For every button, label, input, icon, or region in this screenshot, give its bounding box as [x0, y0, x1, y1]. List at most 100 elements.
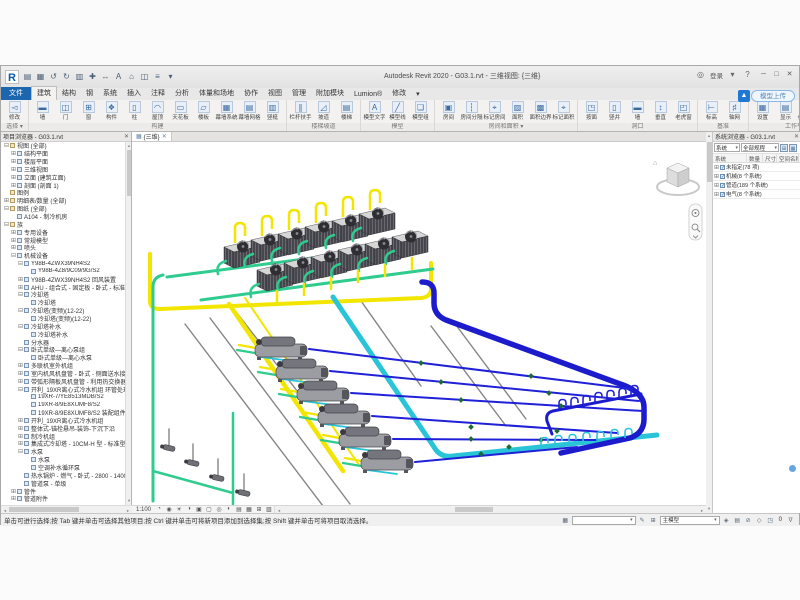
- tree-item[interactable]: ⊞AHU - 组合式 - 固定板 - 卧式 - 标准 - 2000 - 1000…: [1, 283, 126, 291]
- scale-button[interactable]: 1:100: [132, 507, 154, 513]
- tab-钢[interactable]: 钢: [81, 87, 98, 100]
- ribbon-button[interactable]: ┆房间分隔: [460, 101, 483, 121]
- ribbon-button[interactable]: ▱楼板: [192, 101, 215, 121]
- select-pinned-icon[interactable]: ◇: [755, 517, 764, 524]
- expander-icon[interactable]: ⊞: [3, 197, 10, 204]
- ribbon-button[interactable]: ◅修改: [3, 101, 26, 121]
- tab-注释[interactable]: 注释: [146, 87, 170, 100]
- tab-附加模块[interactable]: 附加模块: [311, 87, 349, 100]
- ribbon-panel-label[interactable]: 工作平面: [749, 123, 799, 131]
- project-browser-vertical-scrollbar[interactable]: ▴ ▾: [125, 142, 131, 505]
- ribbon-button[interactable]: ▥竖梃: [261, 101, 284, 121]
- ribbon-button[interactable]: ▤幕墙网格: [238, 101, 261, 121]
- revit-logo-icon[interactable]: R: [5, 70, 19, 84]
- aligned-dimension-icon[interactable]: ↔: [100, 71, 111, 83]
- tree-item[interactable]: ⊞专用设备: [1, 228, 126, 236]
- tab-建筑[interactable]: 建筑: [31, 86, 57, 100]
- ribbon-panel-label[interactable]: 构建: [29, 123, 286, 131]
- ribbon-button[interactable]: ▤楼梯: [335, 101, 358, 121]
- ribbon-panel-label[interactable]: 楼梯坡道: [287, 123, 360, 131]
- ribbon-button[interactable]: ▯竖井: [603, 101, 626, 121]
- expander-icon[interactable]: ⊞: [713, 191, 720, 198]
- ribbon-button[interactable]: ❏模型组: [409, 101, 432, 121]
- tree-item[interactable]: 冷却塔补水: [1, 330, 126, 338]
- ribbon-button[interactable]: ↕垂直: [649, 101, 672, 121]
- tab-管理[interactable]: 管理: [287, 87, 311, 100]
- expander-icon[interactable]: ⊟: [17, 386, 24, 393]
- expander-icon[interactable]: ⊞: [10, 166, 17, 173]
- expander-icon[interactable]: ⊞: [17, 425, 24, 432]
- tab-Lumion®[interactable]: Lumion®: [349, 90, 387, 100]
- analytical-model-icon[interactable]: ▦: [244, 506, 254, 513]
- close-view-icon[interactable]: ✕: [162, 133, 167, 140]
- temporary-view-properties-icon[interactable]: ▤: [234, 506, 244, 513]
- column-header[interactable]: 空间名称: [777, 154, 799, 162]
- system-row[interactable]: ⊞✓电气(8 个系统): [713, 190, 800, 199]
- ribbon-button[interactable]: ⌖标记房间: [483, 101, 506, 121]
- shadows-icon[interactable]: ◑: [184, 506, 194, 513]
- system-browser-header[interactable]: 系统浏览器 - G03.1.rvt ✕: [713, 132, 800, 142]
- expander-icon[interactable]: ⊞: [10, 244, 17, 251]
- ribbon-button[interactable]: ▬墙: [31, 101, 54, 121]
- search-icon[interactable]: ◎: [695, 69, 706, 81]
- expander-icon[interactable]: ⊟: [17, 291, 24, 298]
- column-header[interactable]: 尺寸: [763, 154, 777, 162]
- visibility-checkbox[interactable]: ✓: [720, 183, 725, 188]
- tab-file[interactable]: 文件: [1, 87, 31, 100]
- exclude-options-icon[interactable]: ◈: [722, 517, 731, 524]
- expander-icon[interactable]: ⊟: [17, 346, 24, 353]
- default-3d-view-icon[interactable]: ⌂: [126, 71, 137, 83]
- tree-item[interactable]: ⊟族: [1, 220, 126, 228]
- tab-视图[interactable]: 视图: [263, 87, 287, 100]
- autofit-columns-icon[interactable]: ⊞: [780, 144, 788, 152]
- tree-item[interactable]: ⊟视图 (全部): [1, 142, 126, 150]
- system-row[interactable]: ⊞✓机械(8 个系统): [713, 172, 800, 181]
- tree-item[interactable]: 管道泵 - 单级: [1, 479, 126, 487]
- expander-icon[interactable]: ⊞: [10, 495, 17, 502]
- expander-icon[interactable]: ⊟: [17, 260, 24, 267]
- ribbon-button[interactable]: ▬墙: [626, 101, 649, 121]
- project-browser-horizontal-scrollbar[interactable]: ◂ ▸: [1, 505, 132, 513]
- expander-icon[interactable]: ⊞: [10, 158, 17, 165]
- sun-path-icon[interactable]: ☀: [174, 506, 184, 513]
- column-header[interactable]: 数量: [747, 154, 763, 162]
- system-row[interactable]: ⊞✓管道(189 个系统): [713, 181, 800, 190]
- expander-icon[interactable]: ⊟: [3, 205, 10, 212]
- expander-icon[interactable]: ⊞: [713, 173, 720, 180]
- filter-icon[interactable]: ∇: [786, 517, 795, 524]
- tree-item[interactable]: 19XR-7/YE8513MDB/S2: [1, 393, 126, 401]
- tab-系统[interactable]: 系统: [98, 87, 122, 100]
- ribbon-panel-label[interactable]: 房间和面积 ▾: [435, 123, 577, 131]
- ribbon-button[interactable]: ╱模型线: [386, 101, 409, 121]
- ribbon-panel-label[interactable]: 模型: [361, 123, 434, 131]
- expander-icon[interactable]: ⊞: [10, 174, 17, 181]
- expander-icon[interactable]: ⊞: [17, 276, 24, 283]
- ribbon-button[interactable]: ▭天花板: [169, 101, 192, 121]
- ribbon-button[interactable]: ◠屋顶: [146, 101, 169, 121]
- section-icon[interactable]: ◫: [139, 71, 150, 83]
- tree-item[interactable]: ⊞管件: [1, 487, 126, 495]
- visual-style-icon[interactable]: ◉: [164, 506, 174, 513]
- help-icon[interactable]: ?: [742, 69, 753, 81]
- editable-only-icon[interactable]: ✎: [638, 517, 647, 524]
- more-tabs-icon[interactable]: ▾: [411, 89, 425, 100]
- tree-item[interactable]: ⊞集成式冷却塔 - 10CM-H 型 - 标准型 - 100-175-CN: [1, 440, 126, 448]
- undo-icon[interactable]: ↺: [48, 71, 59, 83]
- canvas-vertical-scrollbar[interactable]: ▴ ▾: [706, 132, 713, 513]
- expander-icon[interactable]: ⊞: [17, 284, 24, 291]
- column-settings-icon[interactable]: ▦: [789, 144, 797, 152]
- tree-item[interactable]: ⊟开利_19XR离心式冷水机组 环管处理: [1, 385, 126, 393]
- expander-icon[interactable]: ⊞: [17, 378, 24, 385]
- ribbon-button[interactable]: ▤显示: [774, 101, 797, 121]
- customize-qat-icon[interactable]: ▾: [165, 71, 176, 83]
- ribbon-button[interactable]: ◫门: [54, 101, 77, 121]
- expander-icon[interactable]: ⊞: [10, 150, 17, 157]
- minimize-button[interactable]: ─: [757, 69, 770, 81]
- expander-icon[interactable]: ⊞: [713, 182, 720, 189]
- ribbon-button[interactable]: ▱参照平面: [797, 101, 799, 121]
- upload-plugin-icon[interactable]: ▲: [738, 90, 750, 102]
- expander-icon[interactable]: ⊞: [10, 488, 17, 495]
- tab-协作[interactable]: 协作: [239, 87, 263, 100]
- tab-结构[interactable]: 结构: [57, 87, 81, 100]
- design-options-icon[interactable]: ⊞: [649, 517, 658, 524]
